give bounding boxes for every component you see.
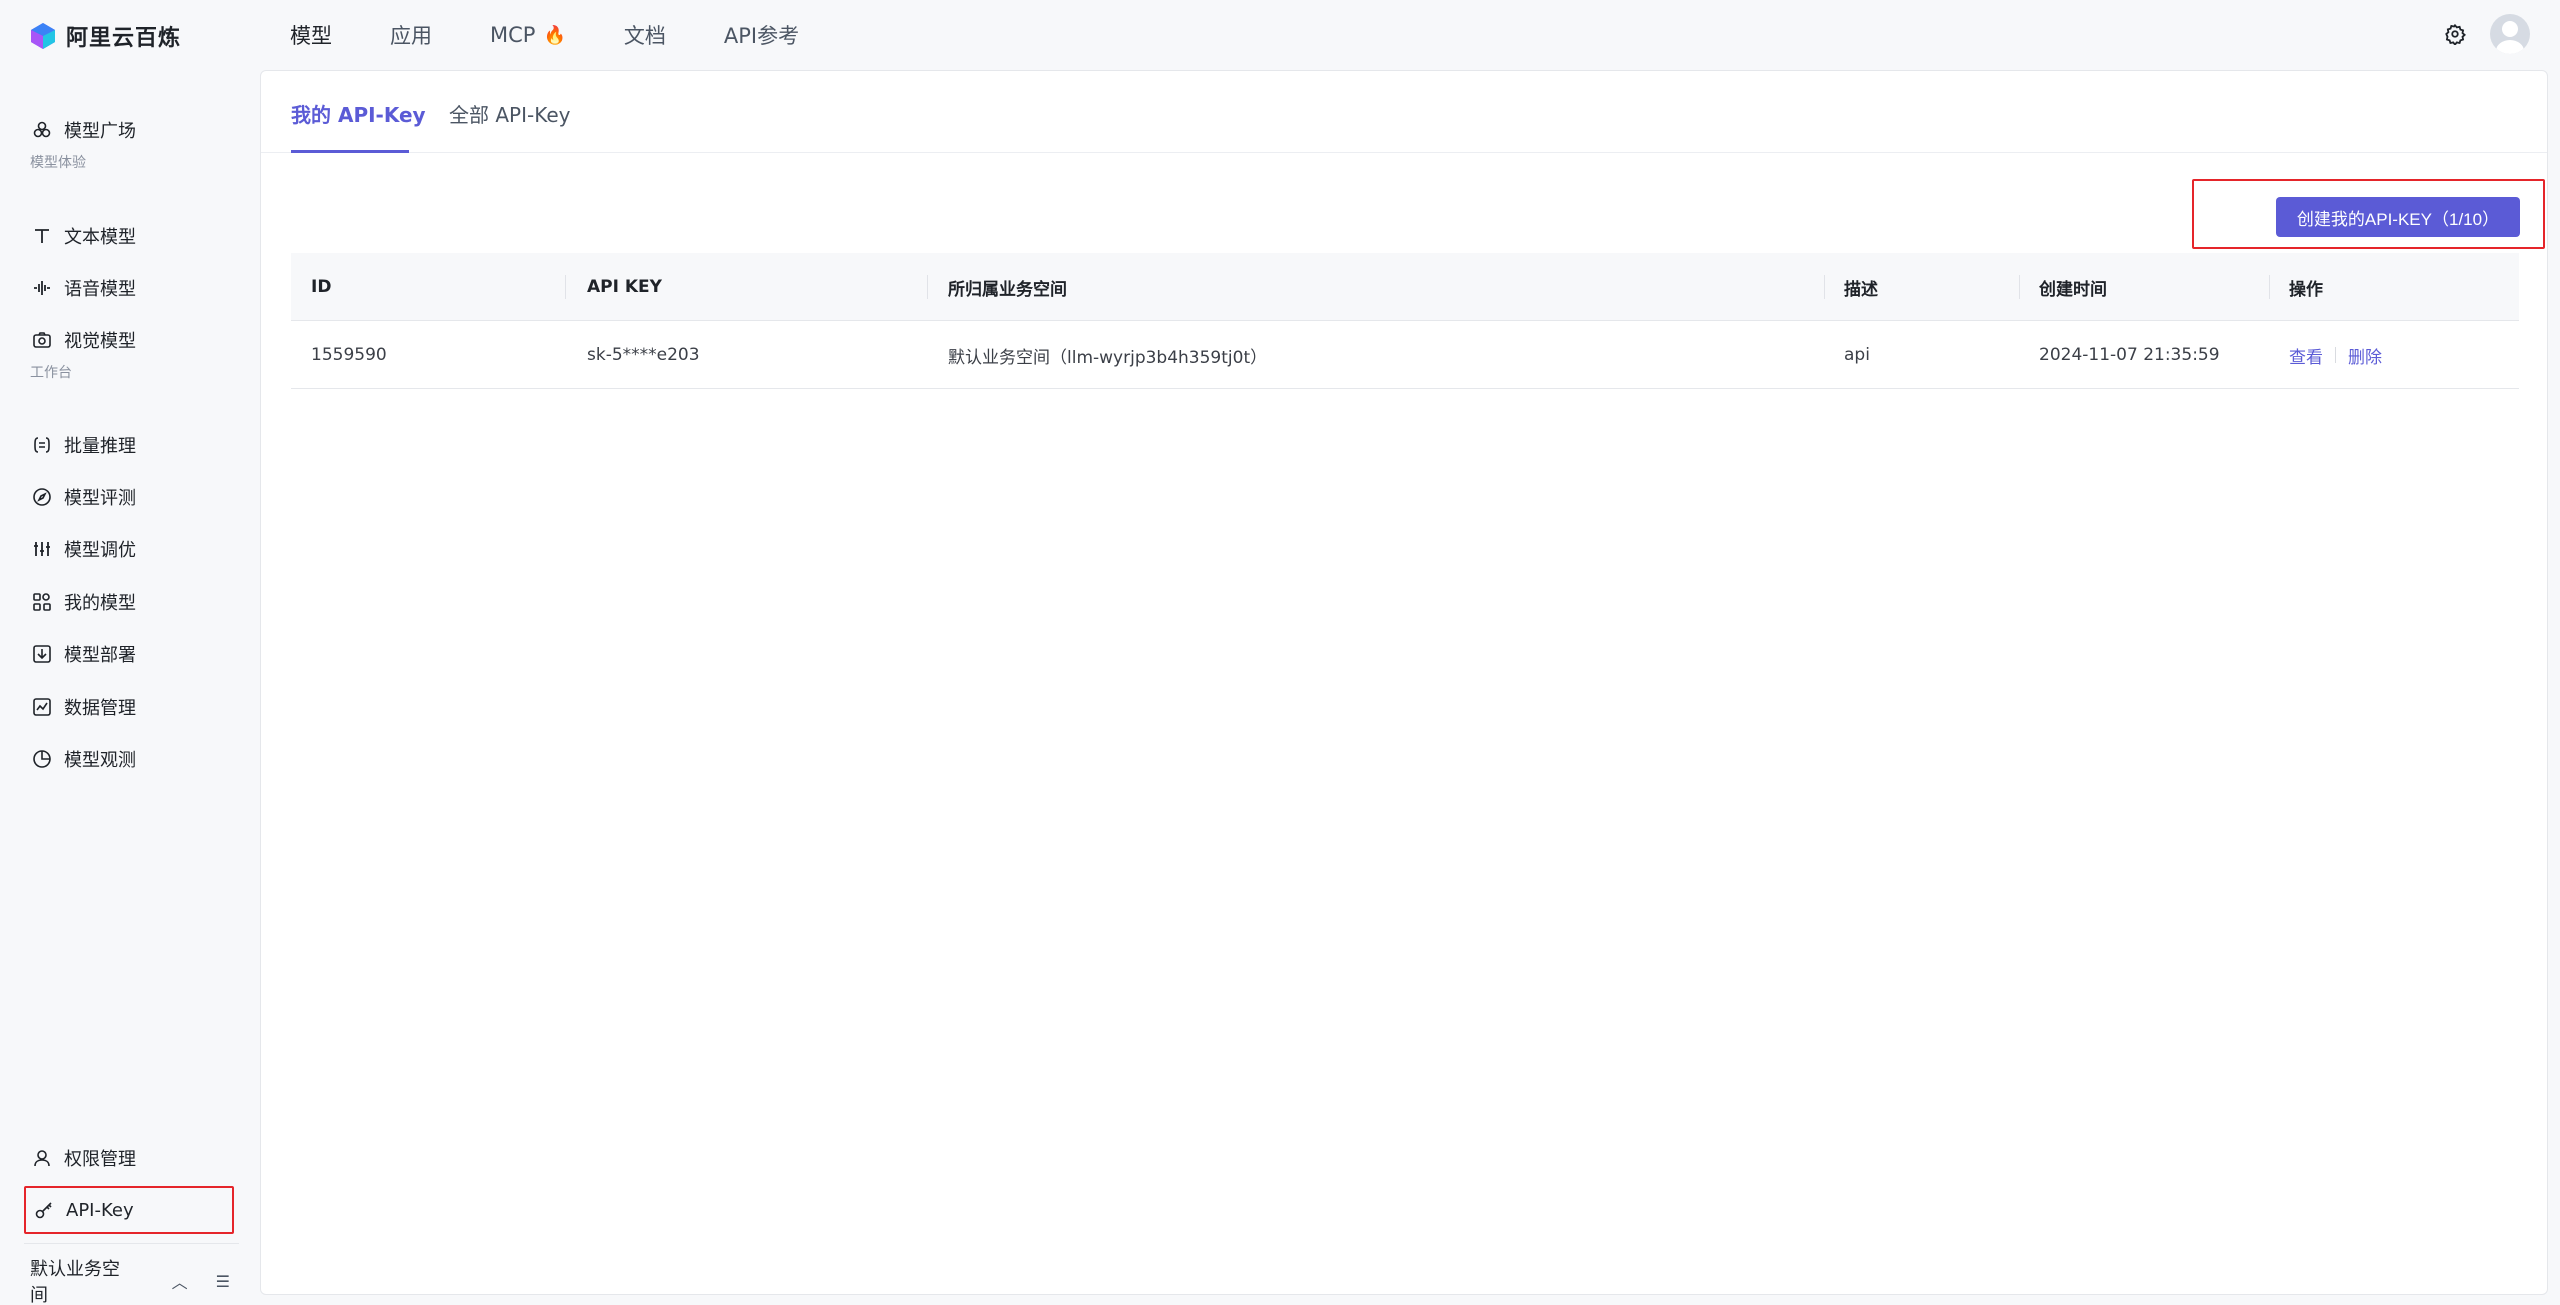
- sidebar-item-label: 我的模型: [64, 593, 136, 614]
- gear-icon[interactable]: [2444, 23, 2466, 45]
- sidebar-item-label: 模型调优: [64, 540, 136, 561]
- cell-api-key: sk-5****e203: [587, 345, 700, 365]
- sidebar-item-api-key[interactable]: API-Key: [24, 1186, 234, 1234]
- sidebar-item-model-eval[interactable]: 模型评测: [24, 475, 234, 519]
- pie-icon: [33, 750, 51, 768]
- topnav-model[interactable]: 模型: [290, 20, 332, 50]
- top-right-actions: [2444, 14, 2530, 54]
- header-id: ID: [311, 277, 332, 297]
- cell-description: api: [1844, 345, 1870, 365]
- header-api-key: API KEY: [587, 277, 662, 297]
- sidebar-item-permissions[interactable]: 权限管理: [24, 1136, 234, 1180]
- column-divider: [1824, 275, 1825, 299]
- sidebar-item-label: 文本模型: [64, 227, 136, 248]
- topnav-model-label: 模型: [290, 24, 332, 48]
- compass-icon: [33, 488, 51, 506]
- sidebar-group-workbench: 工作台: [30, 365, 72, 381]
- tab-all-api-key[interactable]: 全部 API-Key: [449, 99, 570, 128]
- key-icon: [35, 1202, 52, 1219]
- table-header: ID API KEY 所归属业务空间 描述 创建时间 操作: [291, 253, 2519, 321]
- text-icon: [35, 229, 49, 243]
- deploy-icon: [33, 645, 51, 663]
- topnav-mcp[interactable]: MCP 🔥: [490, 23, 566, 47]
- main-panel: 我的 API-Key 全部 API-Key 创建我的API-KEY（1/10） …: [260, 70, 2548, 1295]
- sidebar: 模型广场 模型体验 文本模型 语音模型 视觉模型 工作台 批量推理 模型评测 模…: [0, 70, 258, 1305]
- chevron-up-icon[interactable]: ︿: [172, 1269, 188, 1293]
- sidebar-item-label: 数据管理: [64, 698, 136, 719]
- brand-mark-icon: [31, 23, 55, 49]
- topnav-app-label: 应用: [390, 24, 432, 48]
- sidebar-item-label: 批量推理: [64, 436, 136, 457]
- create-api-key-button[interactable]: 创建我的API-KEY（1/10）: [2276, 197, 2520, 237]
- header-description: 描述: [1844, 279, 1878, 300]
- topnav-docs-label: 文档: [623, 24, 666, 48]
- action-divider: [2335, 347, 2336, 363]
- workspace-name: 默认业务空间: [30, 1259, 120, 1305]
- sidebar-item-label: 视觉模型: [64, 331, 136, 352]
- brand-logo[interactable]: 阿里云百炼: [28, 20, 181, 52]
- top-nav: 模型 应用 MCP 🔥 文档 API参考: [290, 0, 857, 70]
- sidebar-item-model-square[interactable]: 模型广场: [24, 108, 234, 152]
- table-row: 1559590 sk-5****e203 默认业务空间（llm-wyrjp3b4…: [291, 321, 2519, 389]
- sidebar-item-model-observe[interactable]: 模型观测: [24, 737, 234, 781]
- column-divider: [2269, 275, 2270, 299]
- api-key-table: ID API KEY 所归属业务空间 描述 创建时间 操作 1559590 sk…: [291, 253, 2519, 389]
- topnav-api-ref[interactable]: API参考: [724, 20, 799, 50]
- active-tab-indicator: [291, 150, 409, 153]
- collapse-menu-icon[interactable]: ☰: [216, 1272, 230, 1291]
- workspace-switcher[interactable]: 默认业务空间 ︿ ☰: [30, 1255, 230, 1305]
- header-actions: 操作: [2289, 279, 2323, 300]
- header-created-time: 创建时间: [2039, 279, 2107, 300]
- topnav-app[interactable]: 应用: [390, 20, 432, 50]
- cell-actions: 查看 删除: [2289, 321, 2382, 389]
- grid-icon: [33, 593, 51, 611]
- audio-wave-icon: [34, 281, 50, 295]
- column-divider: [565, 275, 566, 299]
- topnav-mcp-label: MCP: [490, 23, 536, 47]
- column-divider: [2019, 275, 2020, 299]
- user-icon: [34, 1150, 50, 1167]
- delete-link[interactable]: 删除: [2348, 343, 2382, 368]
- sidebar-item-label: 权限管理: [64, 1149, 136, 1170]
- sidebar-divider: [24, 1243, 239, 1244]
- sliders-icon: [34, 542, 50, 556]
- sidebar-item-label: 模型广场: [64, 121, 136, 142]
- sidebar-item-text-model[interactable]: 文本模型: [24, 214, 234, 258]
- cell-id: 1559590: [311, 345, 387, 365]
- view-link[interactable]: 查看: [2289, 343, 2323, 368]
- chart-icon: [33, 698, 51, 716]
- sidebar-item-label: 模型观测: [64, 750, 136, 771]
- tab-my-api-key[interactable]: 我的 API-Key: [291, 99, 426, 128]
- model-square-icon: [33, 121, 51, 138]
- sidebar-item-model-tuning[interactable]: 模型调优: [24, 527, 234, 571]
- cell-workspace: 默认业务空间（llm-wyrjp3b4h359tj0t）: [948, 347, 1268, 368]
- sidebar-item-label: 模型部署: [64, 645, 136, 666]
- topnav-api-ref-label: API参考: [723, 24, 800, 48]
- sidebar-item-batch-inference[interactable]: 批量推理: [24, 423, 234, 467]
- sidebar-item-data-management[interactable]: 数据管理: [24, 685, 234, 729]
- camera-icon: [33, 332, 51, 348]
- user-avatar[interactable]: [2490, 14, 2530, 54]
- batch-icon: [34, 437, 50, 453]
- header-workspace: 所归属业务空间: [948, 279, 1067, 300]
- top-bar: 阿里云百炼 模型 应用 MCP 🔥 文档 API参考: [0, 0, 2560, 70]
- brand-name: 阿里云百炼: [66, 26, 182, 51]
- tab-bar: 我的 API-Key 全部 API-Key: [261, 71, 2547, 153]
- sidebar-item-my-models[interactable]: 我的模型: [24, 580, 234, 624]
- sidebar-item-vision-model[interactable]: 视觉模型: [24, 318, 234, 362]
- topnav-docs[interactable]: 文档: [624, 20, 666, 50]
- sidebar-item-label: 语音模型: [64, 279, 136, 300]
- cell-created-time: 2024-11-07 21:35:59: [2039, 345, 2220, 365]
- sidebar-item-label: API-Key: [66, 1199, 134, 1221]
- sidebar-item-model-deploy[interactable]: 模型部署: [24, 632, 234, 676]
- sidebar-item-label: 模型评测: [64, 488, 136, 509]
- flame-icon: 🔥: [543, 24, 566, 46]
- sidebar-item-audio-model[interactable]: 语音模型: [24, 266, 234, 310]
- column-divider: [927, 275, 928, 299]
- sidebar-group-model-experience: 模型体验: [30, 155, 86, 171]
